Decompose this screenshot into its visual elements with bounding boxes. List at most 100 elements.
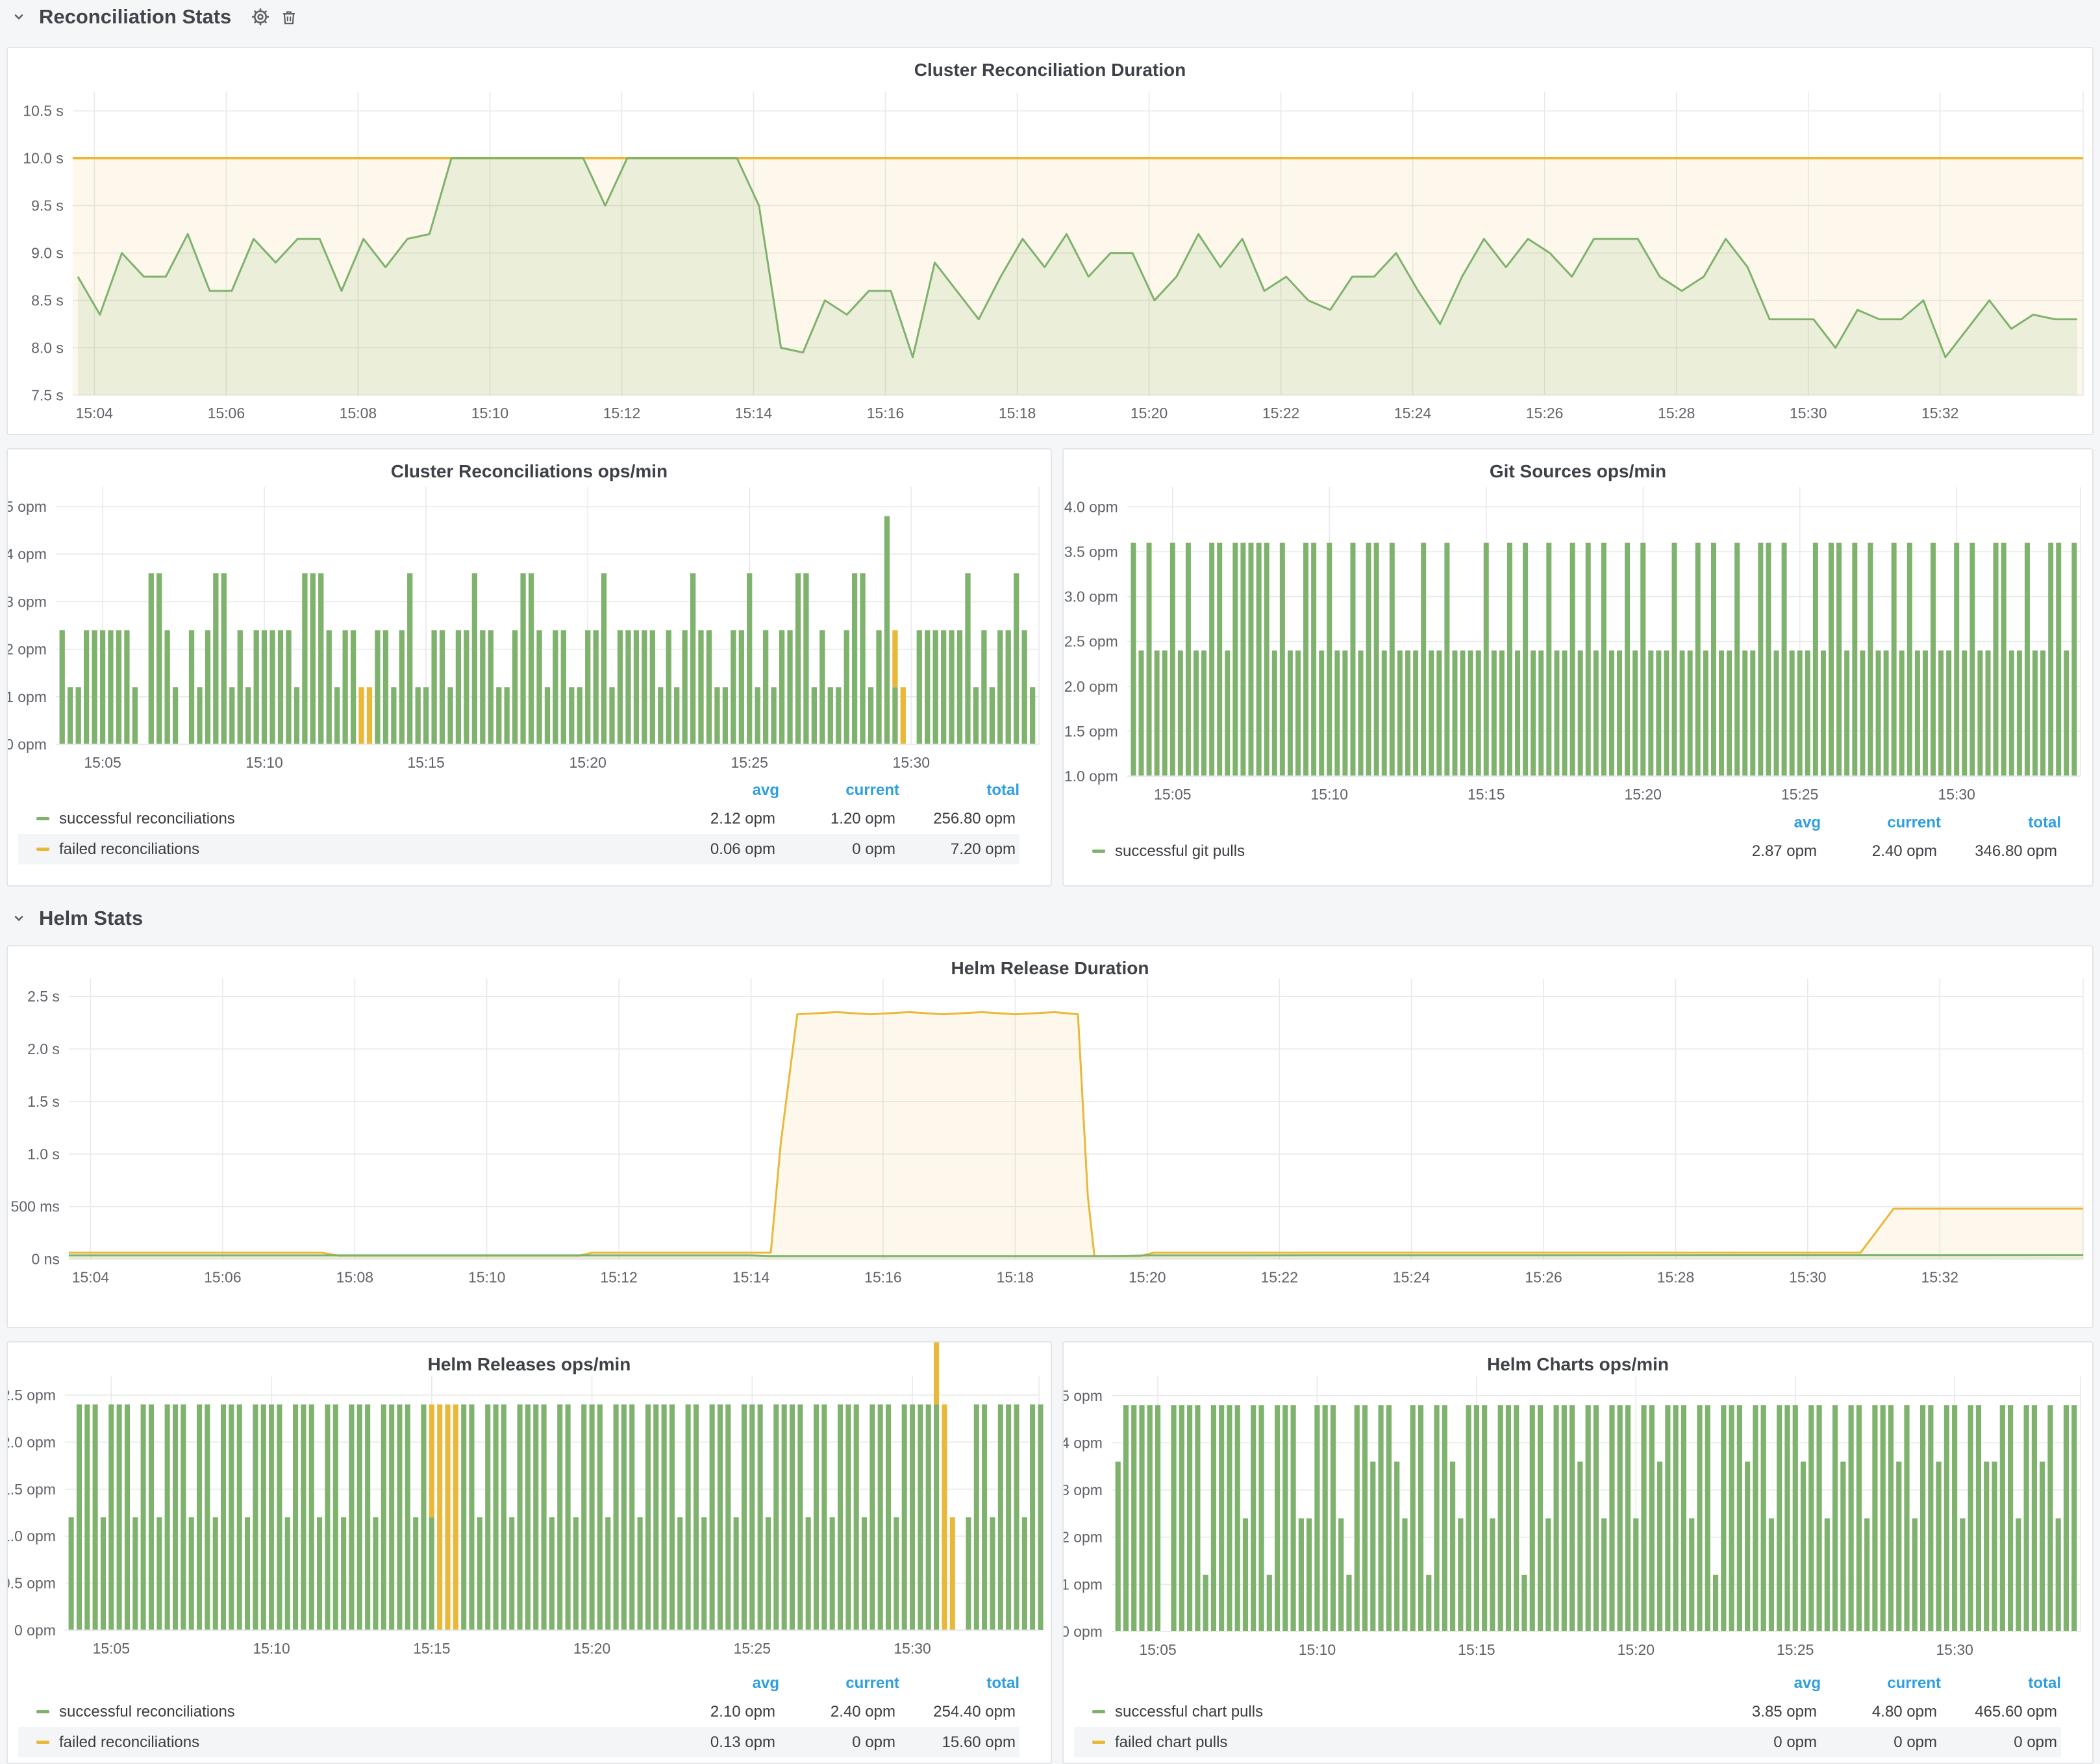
- panel-git-sources-ops: 15:0515:1015:1515:2015:2515:304.0 opm3.5…: [1062, 448, 2094, 887]
- legend-column-avg[interactable]: avg: [659, 1674, 779, 1693]
- svg-text:15:10: 15:10: [468, 1269, 505, 1286]
- panel-title[interactable]: Helm Charts ops/min: [1064, 1354, 2092, 1375]
- svg-text:15:12: 15:12: [603, 405, 640, 422]
- legend-column-total[interactable]: total: [1941, 814, 2061, 832]
- legend-series-label[interactable]: failed reconciliations: [59, 840, 199, 859]
- svg-text:500 ms: 500 ms: [11, 1198, 60, 1215]
- legend-column-current[interactable]: current: [779, 781, 899, 800]
- section-header-helm-stats[interactable]: Helm Stats: [8, 903, 143, 934]
- legend-stat-total: 0 opm: [1937, 1733, 2057, 1752]
- legend-row[interactable]: failed reconciliations0.13 opm0 opm15.60…: [18, 1727, 1019, 1758]
- green-series-dash-icon: [36, 817, 49, 820]
- trash-icon[interactable]: [278, 6, 300, 28]
- panel-cluster-reconciliation-duration: 15:0415:0615:0815:1015:1215:1415:1615:18…: [6, 47, 2094, 435]
- git-sources-ops-chart[interactable]: 15:0515:1015:1515:2015:2515:304.0 opm3.5…: [1064, 449, 2092, 807]
- legend-stat-avg: 2.10 opm: [655, 1703, 775, 1721]
- green-series-dash-icon: [36, 1710, 49, 1713]
- panel-cluster-reconciliations-ops: 15:0515:1015:1515:2015:2515:305 opm4 opm…: [6, 448, 1052, 887]
- legend-series-label[interactable]: successful chart pulls: [1115, 1703, 1263, 1721]
- svg-text:4 opm: 4 opm: [8, 546, 47, 562]
- yellow-series-dash-icon: [1092, 1741, 1105, 1744]
- chevron-down-icon[interactable]: [8, 6, 30, 28]
- green-series-dash-icon: [1092, 850, 1105, 853]
- helm-charts-ops-chart[interactable]: 15:0515:1015:1515:2015:2515:305 opm4 opm…: [1064, 1342, 2092, 1664]
- legend-series-label[interactable]: successful reconciliations: [59, 1703, 235, 1721]
- svg-text:15:20: 15:20: [1618, 1641, 1655, 1658]
- legend-column-current[interactable]: current: [779, 1674, 899, 1693]
- legend-row[interactable]: successful git pulls2.87 opm2.40 opm346.…: [1074, 836, 2061, 866]
- panel-title[interactable]: Git Sources ops/min: [1064, 461, 2092, 482]
- svg-text:15:30: 15:30: [1790, 405, 1827, 422]
- legend-series-label[interactable]: successful reconciliations: [59, 810, 235, 828]
- panel-title[interactable]: Cluster Reconciliations ops/min: [8, 461, 1051, 482]
- legend-series-label[interactable]: successful git pulls: [1115, 842, 1245, 861]
- svg-text:15:05: 15:05: [1154, 786, 1191, 803]
- chevron-down-icon[interactable]: [8, 907, 30, 929]
- svg-text:2.0 s: 2.0 s: [27, 1040, 60, 1057]
- legend-column-avg[interactable]: avg: [1701, 1674, 1821, 1693]
- cluster-reconciliation-duration-chart[interactable]: 15:0415:0615:0815:1015:1215:1415:1615:18…: [8, 48, 2092, 434]
- legend-header-row: avgcurrenttotal: [18, 1670, 1019, 1696]
- yellow-series-dash-icon: [36, 848, 49, 851]
- svg-text:1.0 s: 1.0 s: [27, 1146, 60, 1163]
- svg-text:1 opm: 1 opm: [8, 688, 47, 705]
- legend-cluster-reconciliations: avgcurrenttotalsuccessful reconciliation…: [18, 777, 1019, 864]
- legend-row[interactable]: failed reconciliations0.06 opm0 opm7.20 …: [18, 834, 1019, 864]
- legend-column-total[interactable]: total: [899, 1674, 1019, 1693]
- legend-column-total[interactable]: total: [899, 781, 1019, 800]
- svg-text:15:16: 15:16: [867, 405, 904, 422]
- legend-column-avg[interactable]: avg: [1701, 814, 1821, 832]
- svg-text:5 opm: 5 opm: [8, 498, 47, 515]
- legend-row[interactable]: successful reconciliations2.10 opm2.40 o…: [18, 1696, 1019, 1727]
- panel-title[interactable]: Cluster Reconciliation Duration: [8, 60, 2092, 81]
- svg-text:15:18: 15:18: [999, 405, 1036, 422]
- legend-row[interactable]: failed chart pulls0 opm0 opm0 opm: [1074, 1727, 2061, 1758]
- svg-text:15:25: 15:25: [731, 754, 768, 771]
- svg-text:15:24: 15:24: [1394, 405, 1432, 422]
- yellow-series-dash-icon: [36, 1741, 49, 1744]
- svg-text:2 opm: 2 opm: [8, 641, 47, 658]
- legend-stat-current: 0 opm: [775, 840, 895, 859]
- legend-header-row: avgcurrenttotal: [1074, 1670, 2061, 1696]
- svg-text:3.0 opm: 3.0 opm: [1064, 588, 1118, 605]
- svg-text:15:20: 15:20: [569, 754, 606, 771]
- svg-text:15:14: 15:14: [732, 1269, 770, 1286]
- svg-text:15:10: 15:10: [1299, 1641, 1336, 1658]
- legend-stat-current: 2.40 opm: [1817, 842, 1937, 861]
- legend-row[interactable]: successful reconciliations2.12 opm1.20 o…: [18, 803, 1019, 834]
- svg-text:2.0 opm: 2.0 opm: [8, 1433, 56, 1450]
- legend-git-sources: avgcurrenttotal successful git pulls2.87 …: [1074, 810, 2061, 866]
- svg-text:2.5 opm: 2.5 opm: [1064, 633, 1118, 650]
- helm-releases-ops-chart[interactable]: 15:0515:1015:1515:2015:2515:302.5 opm2.0…: [8, 1342, 1051, 1664]
- svg-text:7.5 s: 7.5 s: [31, 386, 64, 403]
- legend-column-total[interactable]: total: [1941, 1674, 2061, 1693]
- legend-column-current[interactable]: current: [1821, 1674, 1941, 1693]
- svg-text:10.5 s: 10.5 s: [23, 103, 64, 120]
- helm-release-duration-chart[interactable]: 15:0415:0615:0815:1015:1215:1415:1615:18…: [8, 946, 2092, 1327]
- legend-stat-total: 346.80 opm: [1937, 842, 2057, 861]
- svg-text:10.0 s: 10.0 s: [23, 150, 64, 167]
- section-header-reconciliation-stats[interactable]: Reconciliation Stats: [8, 1, 300, 32]
- legend-header-row: avgcurrenttotal: [18, 777, 1019, 803]
- legend-column-current[interactable]: current: [1821, 814, 1941, 832]
- svg-text:0 opm: 0 opm: [1064, 1623, 1103, 1640]
- cluster-reconciliations-ops-chart[interactable]: 15:0515:1015:1515:2015:2515:305 opm4 opm…: [8, 449, 1051, 774]
- section-title[interactable]: Helm Stats: [39, 907, 143, 930]
- legend-helm-charts: avgcurrenttotalsuccessful chart pulls3.8…: [1074, 1670, 2061, 1758]
- legend-series-label[interactable]: failed reconciliations: [59, 1733, 199, 1752]
- legend-stat-avg: 0 opm: [1697, 1733, 1817, 1752]
- section-title[interactable]: Reconciliation Stats: [39, 5, 231, 29]
- panel-title[interactable]: Helm Release Duration: [8, 958, 2092, 979]
- svg-text:3 opm: 3 opm: [8, 593, 47, 610]
- gear-icon[interactable]: [249, 6, 271, 28]
- legend-column-avg[interactable]: avg: [659, 781, 779, 800]
- legend-stat-total: 256.80 opm: [895, 810, 1016, 828]
- svg-text:1.0 opm: 1.0 opm: [1064, 768, 1118, 785]
- legend-row[interactable]: successful chart pulls3.85 opm4.80 opm46…: [1074, 1696, 2061, 1727]
- legend-stat-current: 1.20 opm: [775, 810, 895, 828]
- panel-title[interactable]: Helm Releases ops/min: [8, 1354, 1051, 1375]
- svg-text:15:28: 15:28: [1657, 1269, 1694, 1286]
- legend-series-label[interactable]: failed chart pulls: [1115, 1733, 1227, 1752]
- legend-helm-releases: avgcurrenttotal successful reconciliation…: [18, 1670, 1019, 1758]
- svg-text:1.5 s: 1.5 s: [27, 1093, 60, 1110]
